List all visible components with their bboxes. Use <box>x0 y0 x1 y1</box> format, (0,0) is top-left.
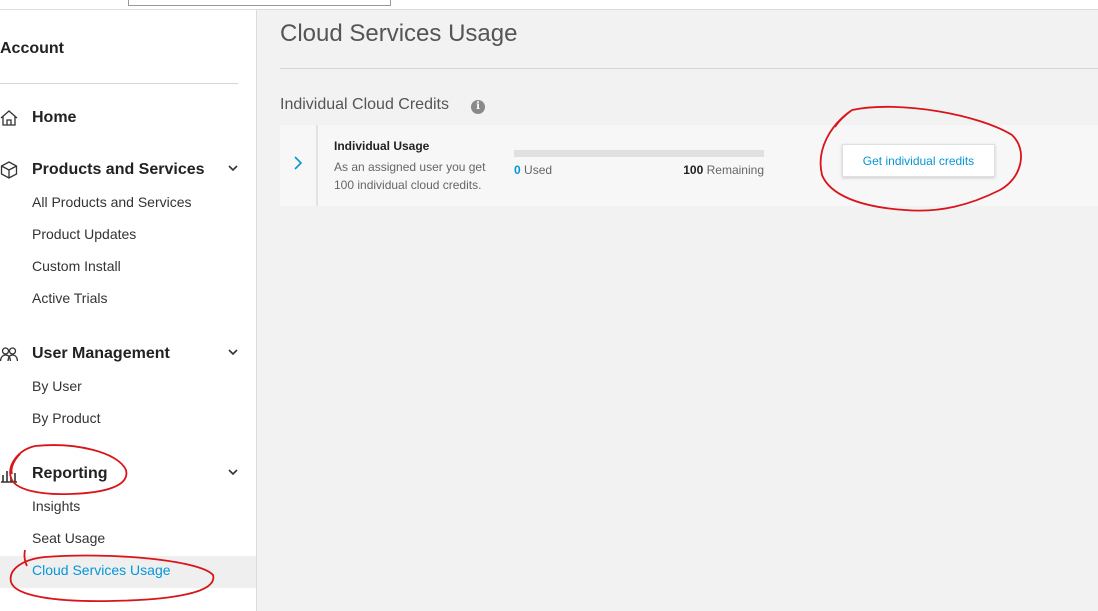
remaining-value: 100 <box>683 163 704 177</box>
sidebar-item-products-and-services-label: Products and Services <box>32 161 205 178</box>
bar-chart-icon <box>0 465 18 483</box>
chevron-down-icon[interactable] <box>226 465 240 479</box>
sidebar-item-insights[interactable]: Insights <box>32 498 80 514</box>
get-individual-credits-button[interactable]: Get individual credits <box>842 144 995 177</box>
sidebar-item-user-management[interactable]: User Management <box>0 341 250 367</box>
top-bar <box>0 0 1098 10</box>
sidebar-item-custom-install[interactable]: Custom Install <box>32 258 121 274</box>
cube-icon <box>0 161 18 179</box>
sidebar-item-home-label: Home <box>32 109 77 126</box>
sidebar-item-reporting[interactable]: Reporting <box>0 461 250 487</box>
used-label: Used <box>524 163 553 177</box>
page-title: Cloud Services Usage <box>280 20 518 47</box>
usage-description: As an assigned user you get 100 individu… <box>334 160 486 192</box>
top-search-input[interactable] <box>128 0 391 6</box>
usage-progress-bar <box>514 150 764 157</box>
sidebar-item-active-trials[interactable]: Active Trials <box>32 290 107 306</box>
sidebar-item-seat-usage[interactable]: Seat Usage <box>32 530 105 546</box>
sidebar-item-reporting-label: Reporting <box>32 465 108 482</box>
individual-usage-card: Individual Usage As an assigned user you… <box>280 125 1098 206</box>
expand-row-button[interactable] <box>280 125 318 206</box>
remaining-label: Remaining <box>706 163 764 177</box>
section-title: Individual Cloud Credits <box>280 96 449 113</box>
account-label: Account <box>0 40 64 57</box>
sidebar-item-user-management-label: User Management <box>32 345 170 362</box>
chevron-right-icon <box>291 154 305 177</box>
used-value: 0 <box>514 163 521 177</box>
sidebar-item-by-product[interactable]: By Product <box>32 410 100 426</box>
sidebar-item-products-and-services[interactable]: Products and Services <box>0 157 250 183</box>
main-content: Cloud Services Usage Individual Cloud Cr… <box>257 10 1098 611</box>
title-divider <box>280 68 1098 69</box>
sidebar-item-by-user[interactable]: By User <box>32 378 82 394</box>
remaining-count: 100 Remaining <box>680 163 764 177</box>
used-count: 0 Used <box>514 163 552 177</box>
users-icon <box>0 345 19 363</box>
usage-title: Individual Usage <box>334 139 430 153</box>
sidebar: Account Home Products and Services All P… <box>0 10 257 611</box>
info-icon[interactable]: i <box>471 100 485 114</box>
chevron-down-icon[interactable] <box>226 345 240 359</box>
sidebar-divider <box>0 83 238 84</box>
chevron-down-icon[interactable] <box>226 161 240 175</box>
sidebar-item-product-updates[interactable]: Product Updates <box>32 226 136 242</box>
home-icon <box>0 109 18 127</box>
sidebar-item-home[interactable]: Home <box>0 105 250 131</box>
sidebar-item-cloud-services-usage[interactable]: Cloud Services Usage <box>32 562 171 578</box>
sidebar-item-all-products-and-services[interactable]: All Products and Services <box>32 194 192 210</box>
